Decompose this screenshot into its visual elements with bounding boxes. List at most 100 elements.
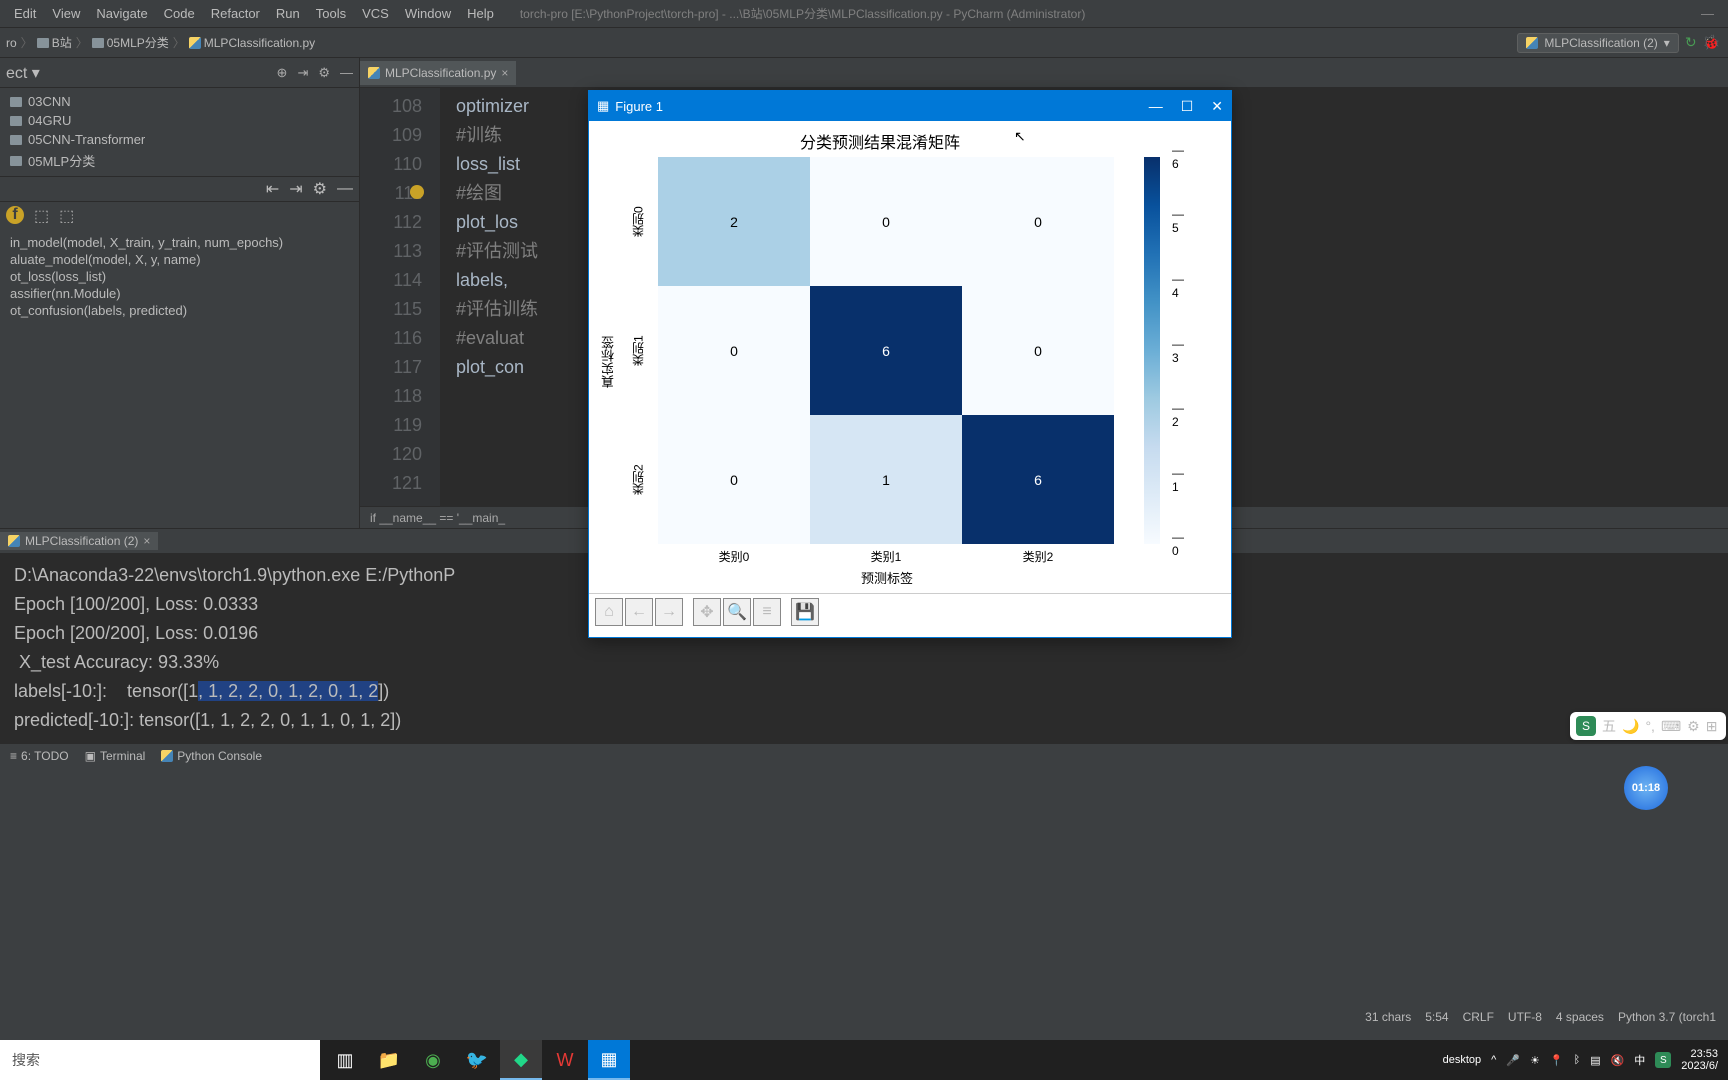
tray-chevron-icon[interactable]: ^ <box>1491 1054 1496 1066</box>
menu-help[interactable]: Help <box>459 6 502 21</box>
back-icon[interactable]: ← <box>625 598 653 626</box>
ime-keyboard-icon[interactable]: ⌨ <box>1661 718 1681 735</box>
tray-mic-icon[interactable]: 🎤 <box>1506 1054 1520 1067</box>
timer-badge[interactable]: 01:18 <box>1624 766 1668 810</box>
breadcrumb-folder-2[interactable]: 05MLP分类 <box>107 34 169 51</box>
tray-clock[interactable]: 23:53 2023/6/ <box>1681 1048 1718 1072</box>
browser-icon[interactable]: ◉ <box>412 1040 454 1080</box>
structure-item[interactable]: ot_loss(loss_list) <box>0 268 359 285</box>
structure-panel[interactable]: in_model(model, X_train, y_train, num_ep… <box>0 230 359 323</box>
zoom-icon[interactable]: 🔍 <box>723 598 751 626</box>
tray-ime-icon[interactable]: 中 <box>1634 1052 1645 1068</box>
hide-icon[interactable]: — <box>340 65 353 80</box>
x-tick: 类别0 <box>658 544 810 568</box>
ime-grid-icon[interactable]: ⊞ <box>1706 718 1718 735</box>
python-console-tool[interactable]: Python Console <box>161 749 262 763</box>
tray-volume-icon[interactable]: 🔇 <box>1611 1054 1625 1067</box>
menu-edit[interactable]: Edit <box>6 6 44 21</box>
menu-window[interactable]: Window <box>397 6 459 21</box>
tray-sun-icon[interactable]: ☀ <box>1530 1054 1540 1067</box>
editor-tab[interactable]: MLPClassification.py × <box>360 61 516 85</box>
close-tab-icon[interactable]: × <box>143 534 150 548</box>
menu-refactor[interactable]: Refactor <box>203 6 268 21</box>
ime-punct-icon[interactable]: °, <box>1645 718 1655 734</box>
ime-gear-icon[interactable]: ⚙ <box>1687 718 1700 735</box>
forward-icon[interactable]: → <box>655 598 683 626</box>
project-dropdown[interactable]: ect ▾ <box>6 63 40 83</box>
task-view-icon[interactable]: ▥ <box>324 1040 366 1080</box>
crosshair-icon[interactable]: ⊕ <box>277 65 288 81</box>
terminal-tool[interactable]: ▣ Terminal <box>85 749 146 763</box>
tree-folder[interactable]: 05CNN-Transformer <box>0 130 359 149</box>
taskbar-search[interactable]: 搜索 <box>0 1040 320 1080</box>
configure-icon[interactable]: ≡ <box>753 598 781 626</box>
figure-taskbar-icon[interactable]: ▦ <box>588 1040 630 1080</box>
collapse-icon[interactable]: ⇥ <box>297 65 308 81</box>
run-tab[interactable]: MLPClassification (2) × <box>0 532 158 550</box>
tree-folder[interactable]: 04GRU <box>0 111 359 130</box>
ime-logo-icon[interactable]: S <box>1576 716 1596 736</box>
maximize-button[interactable]: ☐ <box>1181 98 1194 115</box>
status-enc[interactable]: UTF-8 <box>1508 1010 1542 1024</box>
bulb-icon[interactable]: f <box>6 206 24 224</box>
tree-folder[interactable]: 03CNN <box>0 92 359 111</box>
run-config-name: MLPClassification (2) <box>1544 36 1657 50</box>
minimize-button[interactable]: — <box>1149 98 1163 115</box>
figure-toolbar: ⌂ ← → ✥ 🔍 ≡ 💾 <box>589 593 1231 629</box>
method-icon[interactable]: ⬚ <box>34 206 49 226</box>
breadcrumb[interactable]: ro 〉 B站 〉 05MLP分类 〉 MLPClassification.py <box>0 34 315 51</box>
figure-titlebar[interactable]: ▦ Figure 1 — ☐ ✕ <box>589 91 1231 121</box>
gear-icon[interactable]: ⚙ <box>318 65 330 81</box>
home-icon[interactable]: ⌂ <box>595 598 623 626</box>
run-config-selector[interactable]: MLPClassification (2) ▾ <box>1517 33 1678 53</box>
breadcrumb-root[interactable]: ro <box>6 36 17 50</box>
structure-item[interactable]: assifier(nn.Module) <box>0 285 359 302</box>
todo-tool[interactable]: ≡ 6: TODO <box>10 749 69 763</box>
menu-vcs[interactable]: VCS <box>354 6 397 21</box>
run-icon[interactable]: ↻ <box>1685 34 1697 51</box>
status-indent[interactable]: 4 spaces <box>1556 1010 1604 1024</box>
wps-icon[interactable]: W <box>544 1040 586 1080</box>
status-interpreter[interactable]: Python 3.7 (torch1 <box>1618 1010 1716 1024</box>
tree-folder[interactable]: 05MLP分类 <box>0 149 359 172</box>
file-explorer-icon[interactable]: 📁 <box>368 1040 410 1080</box>
hide-icon[interactable]: — <box>337 180 353 198</box>
tray-sogou-icon[interactable]: S <box>1655 1052 1671 1068</box>
status-pos[interactable]: 5:54 <box>1425 1010 1448 1024</box>
structure-item[interactable]: ot_confusion(labels, predicted) <box>0 302 359 319</box>
project-tree[interactable]: 03CNN 04GRU 05CNN-Transformer 05MLP分类 <box>0 88 359 176</box>
tray-bluetooth-icon[interactable]: ᛒ <box>1574 1054 1581 1066</box>
menu-code[interactable]: Code <box>156 6 203 21</box>
expand-icon[interactable]: ⇤ <box>266 179 279 199</box>
method-icon[interactable]: ⬚ <box>59 206 74 226</box>
structure-item[interactable]: aluate_model(model, X, y, name) <box>0 251 359 268</box>
structure-item[interactable]: in_model(model, X_train, y_train, num_ep… <box>0 234 359 251</box>
minimize-icon[interactable]: — <box>1693 6 1722 21</box>
status-chars: 31 chars <box>1365 1010 1411 1024</box>
status-eol[interactable]: CRLF <box>1463 1010 1494 1024</box>
app-icon[interactable]: 🐦 <box>456 1040 498 1080</box>
gutter[interactable]: 1081091101111121131141151161171181191201… <box>360 88 440 506</box>
menu-tools[interactable]: Tools <box>308 6 354 21</box>
breadcrumb-file[interactable]: MLPClassification.py <box>204 36 315 50</box>
gear-icon[interactable]: ⚙ <box>313 179 327 199</box>
tray-network-icon[interactable]: ▤ <box>1590 1054 1600 1067</box>
ime-mode[interactable]: 五 <box>1602 716 1616 736</box>
menu-navigate[interactable]: Navigate <box>88 6 155 21</box>
breadcrumb-folder-1[interactable]: B站 <box>52 34 72 51</box>
pan-icon[interactable]: ✥ <box>693 598 721 626</box>
menu-view[interactable]: View <box>44 6 88 21</box>
heatmap-cell: 6 <box>810 286 962 415</box>
ime-toolbar[interactable]: S 五 🌙 °, ⌨ ⚙ ⊞ <box>1570 712 1726 740</box>
tray-location-icon[interactable]: 📍 <box>1550 1054 1564 1067</box>
save-icon[interactable]: 💾 <box>791 598 819 626</box>
debug-icon[interactable]: 🐞 <box>1703 34 1720 51</box>
desktop-label[interactable]: desktop <box>1443 1054 1482 1066</box>
collapse-icon[interactable]: ⇥ <box>289 179 302 199</box>
pycharm-icon[interactable]: ◆ <box>500 1040 542 1080</box>
close-button[interactable]: ✕ <box>1211 98 1223 115</box>
close-tab-icon[interactable]: × <box>501 66 508 80</box>
menu-run[interactable]: Run <box>268 6 308 21</box>
matplotlib-figure-window[interactable]: ▦ Figure 1 — ☐ ✕ 分类预测结果混淆矩阵 真实标签 类别0200类… <box>588 90 1232 638</box>
ime-moon-icon[interactable]: 🌙 <box>1622 718 1639 735</box>
